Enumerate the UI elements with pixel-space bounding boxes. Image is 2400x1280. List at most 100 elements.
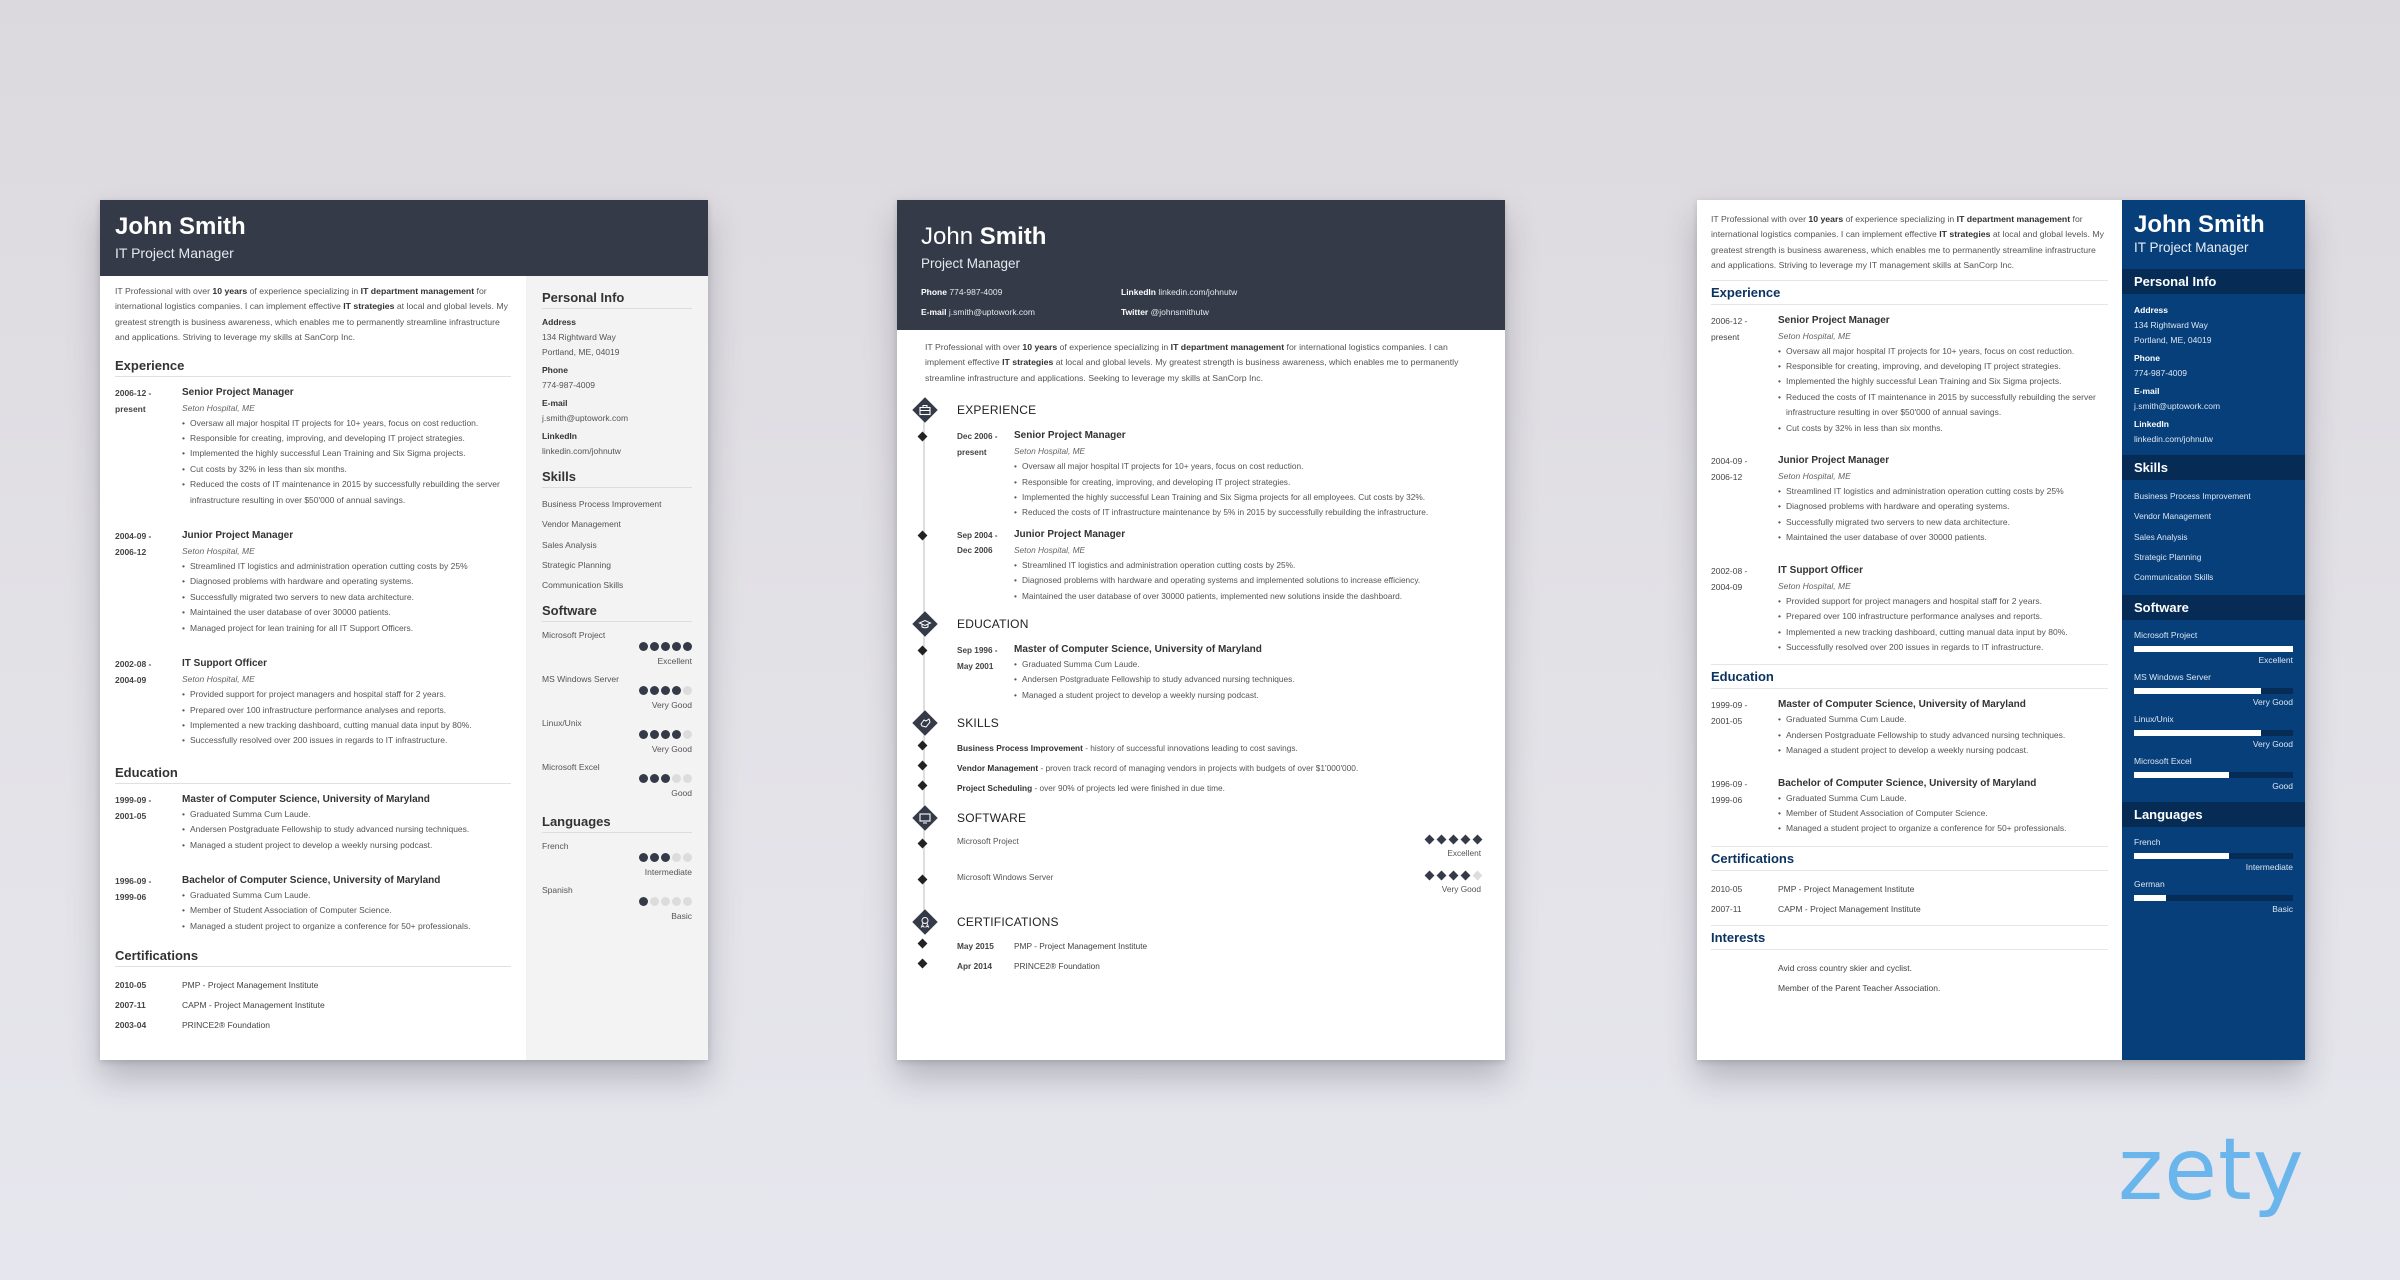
info-label: Phone [2134,353,2160,363]
zety-logo[interactable]: zety [2118,1120,2305,1220]
list-entry: 2004-09 - 2006-12 Junior Project Manager Se… [1711,453,2108,546]
resume-summary: IT Professional with over 10 years of ex… [897,330,1505,386]
date-end: present [1711,331,1740,342]
entry-body: Junior Project Manager Seton Hospital, ME… [1014,528,1420,605]
list-entry: 1996-09 - 1999-06 Bachelor of Computer Sci… [1711,776,2108,838]
summary-text: of experience specializing in [247,286,361,296]
contact-item: E-mail j.smith@uptowork.com [921,304,1121,320]
resume-template-3[interactable]: IT Professional with over 10 years of ex… [1697,200,2305,1060]
entry-title: Master of Computer Science, University o… [182,793,430,805]
rating-diamond [1436,870,1447,881]
entry-dates: 2004-09 - 2006-12 [1711,453,1778,546]
entry-dates: 2004-09 - 2006-12 [115,528,182,636]
rating-name: Spanish [542,885,573,896]
skills-list: Business Process Improvement Vendor Manag… [2122,480,2305,591]
bullet-item: Implemented a new tracking dashboard, cu… [1778,625,2108,641]
date-end: 1999-06 [1711,794,1743,805]
rating-item: MS Windows Server Very Good [2134,670,2293,710]
section-certifications: CERTIFICATIONS May 2015 PMP - Project Man… [912,909,1481,976]
software-item: Microsoft Project Excellent [917,834,1483,866]
list-entry: Dec 2006 - present Senior Project Manager S… [917,429,1481,521]
rating-dot [683,642,692,652]
summary-bold: IT strategies [343,301,395,312]
rating-item: Microsoft Project Excellent [2134,628,2293,668]
entry-body: Junior Project Manager Seton Hospital, ME… [182,528,511,636]
rating-dot [650,897,659,907]
monitor-icon [912,805,938,832]
skill-name: Project Scheduling [957,783,1033,794]
bullet-item: Andersen Postgraduate Fellowship to stud… [1014,672,1295,688]
rating-name: German [2134,879,2165,890]
date-start: 1996-09 - [1711,778,1748,789]
section-heading-education: Education [115,765,511,784]
rating-item: Linux/Unix Very Good [2134,712,2293,752]
rating-dot [672,897,681,907]
summary-text: of experience specializing in [1843,214,1957,224]
contact-label: E-mail [921,307,947,317]
bullet-list: Oversaw all major hospital IT projects f… [1014,459,1428,521]
timeline-diamond-marker [917,645,928,656]
entry-title: Master of Computer Science, University o… [1778,699,2026,711]
rating-dot [639,774,648,784]
rating-dots [542,686,692,698]
rating-name: MS Windows Server [542,674,619,685]
date-end: present [115,403,146,414]
bullet-item: Provided support for project managers an… [182,687,511,703]
date-end: 2004-09 [115,675,147,686]
entry-body: Bachelor of Computer Science, University… [182,873,511,935]
rating-diamonds [1421,834,1483,848]
entry-dates: 2002-08 - 2004-09 [115,656,182,749]
section-education: EDUCATION Sep 1996 - May 2001 Master of Co… [912,611,1481,704]
bullet-item: Managed a student project to organize a … [182,919,511,935]
timeline-diamond-marker [917,760,928,771]
bullet-item: Successfully resolved over 200 issues in… [182,733,511,749]
contact-value[interactable]: 774-987-4009 [949,287,1002,297]
software-rating: Excellent [1421,834,1483,866]
certification-name: PRINCE2® Foundation [182,1020,271,1031]
timeline-diamond-marker [917,530,928,541]
interest-spacer [1711,958,1778,978]
entry-body: Master of Computer Science, University o… [1014,643,1295,704]
bullet-item: Cut costs by 32% in less than six months… [1778,421,2108,437]
summary-bold: IT strategies [1002,357,1054,368]
date-end: 1999-06 [115,891,147,902]
timeline-diamond-marker [917,958,928,969]
date-end: 2001-05 [1711,716,1743,727]
list-entry: 2002-08 - 2004-09 IT Support Officer Seton … [115,656,511,749]
contact-label: Phone [921,287,947,297]
rating-dot [661,730,670,740]
certification-date: 2007-11 [1711,903,1742,914]
section-heading-certifications: CERTIFICATIONS [957,915,1059,930]
rating-dot [661,686,670,696]
rating-diamond [1448,870,1459,881]
section-experience: EXPERIENCE Dec 2006 - present Senior Proje… [912,397,1481,605]
bullet-item: Reduced the costs of IT maintenance in 2… [182,477,511,508]
rating-diamond [1472,834,1483,845]
contact-value[interactable]: @johnsmithutw [1151,307,1209,317]
entry-dates: 1996-09 - 1999-06 [1711,776,1778,837]
certification-date: 2003-04 [115,1020,147,1031]
skill-item: Business Process Improvement [542,499,662,509]
info-label: Phone [542,365,568,375]
info-label: E-mail [542,398,568,408]
resume-template-1[interactable]: John Smith IT Project Manager IT Profess… [100,200,708,1060]
list-entry: Sep 1996 - May 2001 Master of Computer Sci… [917,643,1481,704]
section-heading-experience: Experience [115,358,511,377]
bullet-item: Andersen Postgraduate Fellowship to stud… [182,822,511,838]
personal-info-list: Address 134 Rightward Way Portland, ME, 04… [542,315,692,459]
list-entry: 2006-12 - present Senior Project Manager Se… [1711,313,2108,437]
bullet-item: Successfully resolved over 200 issues in… [1778,640,2108,656]
rating-diamond [1472,870,1483,881]
bullet-list: Oversaw all major hospital IT projects f… [182,416,511,508]
contact-value[interactable]: linkedin.com/johnutw [1158,287,1237,297]
bullet-item: Diagnosed problems with hardware and ope… [182,574,511,590]
resume-template-2[interactable]: John Smith Project Manager Phone 774-987… [897,200,1505,1060]
entry-body: Master of Computer Science, University o… [1778,697,2108,759]
entry-body: Master of Computer Science, University o… [182,792,511,854]
bullet-list: Graduated Summa Cum Laude.Andersen Postg… [1778,712,2108,759]
contact-value[interactable]: j.smith@uptowork.com [949,307,1035,317]
entry-dates: Sep 2004 - Dec 2006 [957,528,1014,604]
bullet-item: Provided support for project managers an… [1778,594,2108,610]
section-heading-languages: Languages [542,814,692,834]
bullet-item: Reduced the costs of IT infrastructure m… [1014,505,1428,521]
